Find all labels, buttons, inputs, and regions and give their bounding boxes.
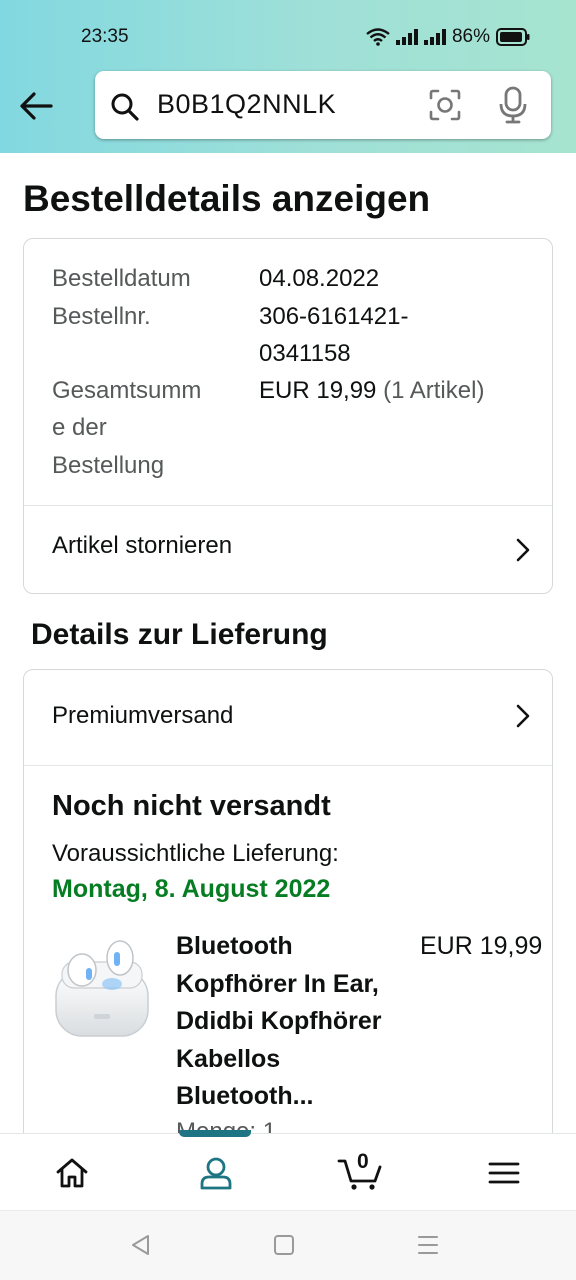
home-icon [56,1158,88,1187]
order-number-value-line2: 0341158 [259,340,351,367]
search-icon [111,93,139,121]
order-summary-card: Bestelldatum 04.08.2022 Bestellnr. 306-6… [23,238,553,594]
order-date-value: 04.08.2022 [259,265,380,292]
page-title: Bestelldetails anzeigen [23,178,431,219]
product-title-line: Bluetooth... [176,1082,314,1110]
battery-icon [496,28,530,46]
eta-label: Voraussichtliche Lieferung: [52,840,339,867]
eta-date: Montag, 8. August 2022 [52,875,331,903]
app-header: 23:35 86% B0B1Q2NNLK [0,0,576,153]
order-total-items: (1 Artikel) [383,377,485,404]
cancel-items-label: Artikel stornieren [52,532,233,559]
product-price: EUR 19,99 [420,932,543,960]
menu-icon [488,1162,520,1183]
shipment-status: Noch nicht versandt [52,790,331,822]
system-recents-icon[interactable] [417,1233,439,1257]
product-title-link[interactable]: Bluetooth Kopfhörer In Ear, Ddidbi Kopfh… [176,928,412,1116]
search-input[interactable]: B0B1Q2NNLK [157,89,336,120]
order-total-label-line1: Gesamtsumm [52,377,202,404]
battery-percent: 86% [451,26,490,47]
wifi-icon [366,28,390,46]
shipping-method-link[interactable]: Premiumversand [24,670,552,765]
divider [24,765,552,766]
chevron-right-icon [516,538,530,562]
order-date-label: Bestelldatum [52,265,191,292]
nav-menu[interactable] [432,1134,576,1211]
system-back-icon[interactable] [129,1233,151,1257]
nav-account[interactable] [144,1134,288,1211]
nav-home[interactable] [0,1134,144,1211]
chevron-right-icon [516,704,530,728]
back-button[interactable] [14,84,58,128]
back-arrow-icon [20,92,53,120]
product-image[interactable] [52,930,152,1045]
cart-count-badge: 0 [357,1150,369,1173]
product-title-line: Bluetooth [176,932,293,960]
status-bar: 23:35 86% [0,0,576,72]
order-number-value-line1: 306-6161421- [259,303,409,330]
bottom-nav [0,1130,576,1211]
mic-icon[interactable] [499,86,527,124]
camera-icon[interactable] [428,88,462,122]
order-total-amount: EUR 19,99 [259,377,377,404]
search-bar[interactable]: B0B1Q2NNLK [95,71,551,139]
shipping-method-label: Premiumversand [52,702,234,729]
status-time: 23:35 [81,26,129,47]
status-icons: 86% [366,26,530,48]
product-title-line: Ddidbi Kopfhörer [176,1007,382,1035]
signal-icon [423,29,446,45]
system-nav-bar [0,1210,576,1280]
cancel-items-link[interactable]: Artikel stornieren [24,506,552,594]
product-title-line: Kabellos [176,1044,281,1073]
order-number-label: Bestellnr. [52,303,151,330]
delivery-section-title: Details zur Lieferung [31,618,328,651]
system-home-icon[interactable] [273,1233,295,1257]
order-total-label-line2: e der [52,414,107,441]
product-title-line: Kopfhörer In Ear, [176,969,379,998]
signal-icon [395,29,418,45]
order-total-value: EUR 19,99 (1 Artikel) [259,372,484,410]
order-total-label-line3: Bestellung [52,452,165,479]
earbuds-case-image [55,940,149,1037]
user-icon [200,1157,232,1189]
